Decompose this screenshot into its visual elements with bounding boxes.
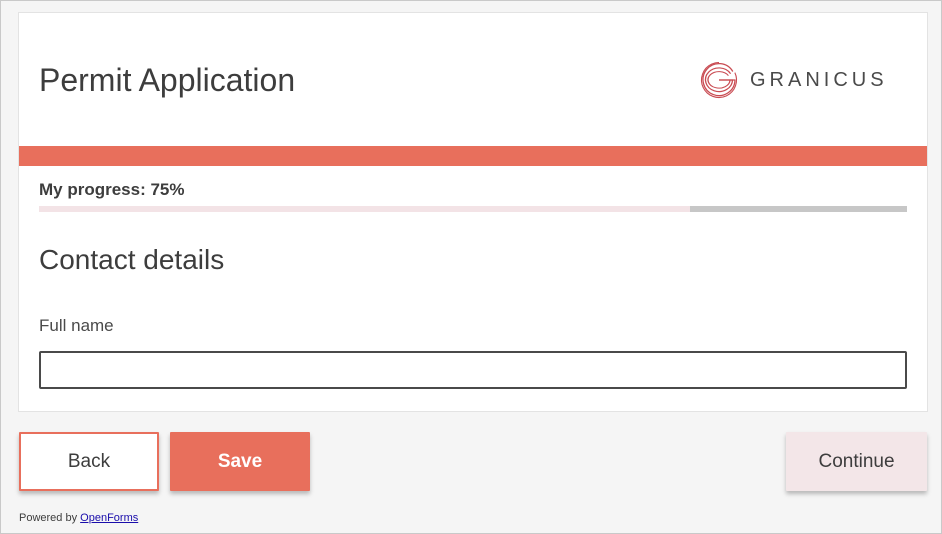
brand-logo: GRANICUS <box>699 60 888 100</box>
page-title: Permit Application <box>39 62 296 98</box>
granicus-logo-icon <box>699 60 739 100</box>
form-header: Permit Application GRANICUS <box>19 13 927 146</box>
openforms-link[interactable]: OpenForms <box>80 512 138 524</box>
progress-bar <box>39 206 907 212</box>
progress-label: My progress: 75% <box>39 180 185 199</box>
brand-name: GRANICUS <box>750 68 888 91</box>
continue-button[interactable]: Continue <box>786 432 927 491</box>
progress-section: My progress: 75% <box>19 166 927 246</box>
full-name-label: Full name <box>39 316 114 335</box>
progress-bar-fill <box>39 206 690 212</box>
full-name-input[interactable] <box>39 351 907 389</box>
page-frame: Permit Application GRANICUS My progress:… <box>0 0 942 534</box>
back-button[interactable]: Back <box>19 432 159 491</box>
save-button[interactable]: Save <box>170 432 310 491</box>
form-card: Permit Application GRANICUS My progress:… <box>18 12 928 412</box>
section-title: Contact details <box>39 244 225 275</box>
accent-bar <box>19 146 927 166</box>
powered-by-text: Powered by <box>19 512 78 524</box>
footer: Powered by OpenForms <box>19 512 138 524</box>
